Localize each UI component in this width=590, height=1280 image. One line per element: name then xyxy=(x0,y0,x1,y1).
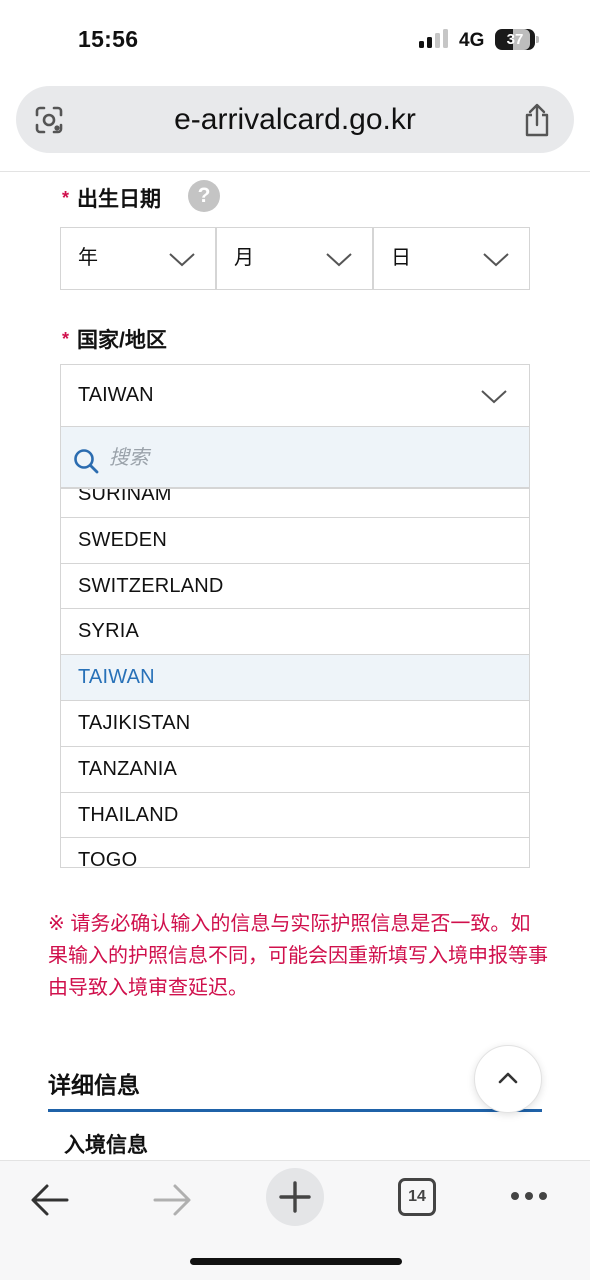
plus-icon xyxy=(279,1181,311,1213)
country-option[interactable]: SYRIA xyxy=(61,609,529,656)
battery-tip xyxy=(536,36,539,43)
chevron-down-icon xyxy=(481,390,507,404)
status-bar: 15:56 4G 37 xyxy=(0,0,590,80)
country-option[interactable]: TAJIKISTAN xyxy=(61,701,529,747)
day-select[interactable]: 日 xyxy=(373,227,530,290)
address-bar[interactable]: e-arrivalcard.go.kr xyxy=(16,86,574,153)
country-label: * 国家/地区 xyxy=(62,324,167,354)
chevron-down-icon xyxy=(169,253,195,267)
battery-icon: 37 xyxy=(495,29,535,50)
tabs-icon[interactable]: 14 xyxy=(398,1178,436,1216)
country-option[interactable]: TAIWAN xyxy=(61,655,529,701)
country-option[interactable]: SWEDEN xyxy=(61,518,529,564)
country-option[interactable]: SURINAM xyxy=(61,489,529,518)
lens-icon[interactable] xyxy=(34,105,64,135)
year-select-value: 年 xyxy=(78,247,98,269)
page-divider xyxy=(0,171,590,172)
month-select-value: 月 xyxy=(234,247,254,269)
day-select-value: 日 xyxy=(391,247,411,269)
help-icon[interactable]: ? xyxy=(188,180,220,212)
back-arrow-icon[interactable] xyxy=(30,1183,70,1217)
country-select[interactable]: TAIWAN xyxy=(60,364,530,427)
country-search-input[interactable] xyxy=(109,437,509,477)
country-select-value: TAIWAN xyxy=(78,384,154,406)
battery-level: 37 xyxy=(506,31,524,48)
year-select[interactable]: 年 xyxy=(60,227,216,290)
birth-date-label-text: 出生日期 xyxy=(77,188,162,211)
country-option[interactable]: SWITZERLAND xyxy=(61,564,529,610)
section-title: 详细信息 xyxy=(48,1072,140,1098)
month-select[interactable]: 月 xyxy=(216,227,373,290)
entry-info-title: 入境信息 xyxy=(64,1134,148,1157)
chevron-up-icon xyxy=(498,1072,518,1084)
required-mark: * xyxy=(62,188,70,208)
url-text[interactable]: e-arrivalcard.go.kr xyxy=(86,86,504,153)
country-option[interactable]: TANZANIA xyxy=(61,747,529,793)
chevron-down-icon xyxy=(483,253,509,267)
new-tab-button[interactable] xyxy=(266,1168,324,1226)
more-icon[interactable] xyxy=(510,1191,548,1201)
passport-notice: ※ 请务必确认输入的信息与实际护照信息是否一致。如果输入的护照信息不同，可能会因… xyxy=(48,913,548,999)
section-underline xyxy=(48,1109,542,1112)
country-options-inner: SURINAM SWEDEN SWITZERLAND SYRIA TAIWAN TAJIK… xyxy=(61,489,529,867)
chevron-down-icon xyxy=(326,253,352,267)
country-label-text: 国家/地区 xyxy=(77,329,167,352)
scroll-to-top-button[interactable] xyxy=(474,1045,542,1113)
forward-arrow-icon[interactable] xyxy=(152,1183,192,1217)
country-search-box[interactable] xyxy=(60,427,530,488)
country-option[interactable]: THAILAND xyxy=(61,793,529,839)
home-indicator xyxy=(190,1258,402,1265)
signal-icon xyxy=(419,29,451,48)
required-mark: * xyxy=(62,329,70,349)
country-option[interactable]: TOGO xyxy=(61,838,529,867)
network-type: 4G xyxy=(459,30,485,51)
status-time: 15:56 xyxy=(78,26,139,52)
share-icon[interactable] xyxy=(522,103,552,137)
birth-date-label: * 出生日期 xyxy=(62,183,161,213)
search-icon xyxy=(74,449,99,474)
country-options-list[interactable]: SURINAM SWEDEN SWITZERLAND SYRIA TAIWAN TAJIK… xyxy=(60,488,530,868)
